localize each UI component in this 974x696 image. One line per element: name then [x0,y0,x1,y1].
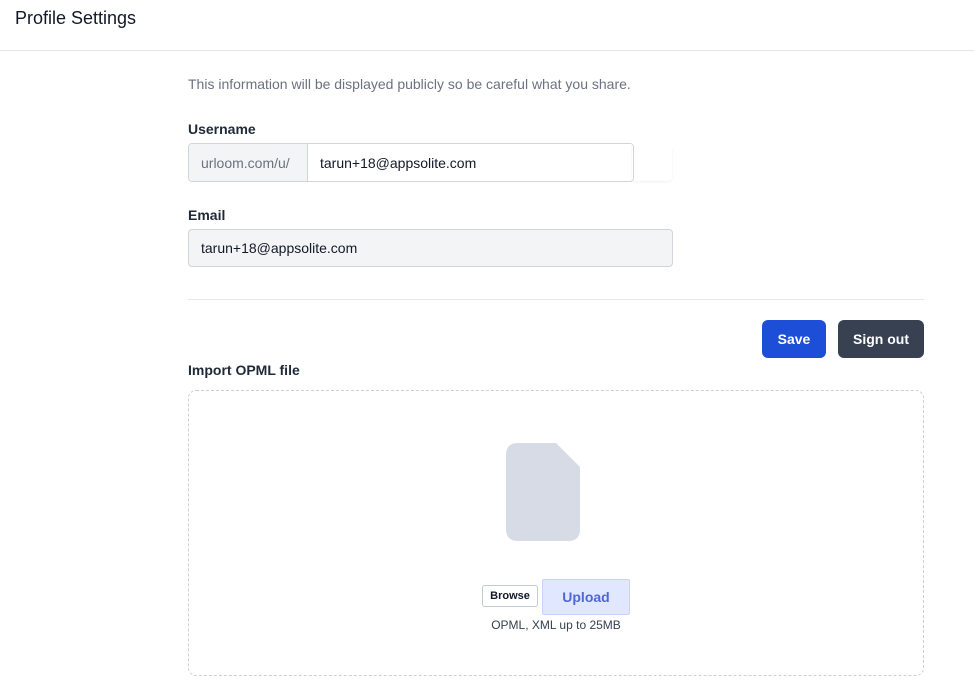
username-input[interactable] [308,144,633,181]
intro-text: This information will be displayed publi… [188,76,631,92]
save-button[interactable]: Save [762,320,826,358]
file-type-hint: OPML, XML up to 25MB [491,618,621,632]
username-prefix: urloom.com/u/ [189,144,308,181]
email-label: Email [188,207,226,223]
import-opml-label: Import OPML file [188,362,300,378]
field-shadow [632,145,672,181]
header-bar: Profile Settings [0,0,974,51]
browse-button[interactable]: Browse [482,585,538,607]
section-divider [188,299,924,300]
email-input[interactable] [188,229,673,267]
file-icon [506,443,580,541]
username-field-group: urloom.com/u/ [188,143,634,182]
upload-button[interactable]: Upload [542,579,630,615]
username-label: Username [188,121,256,137]
page-title: Profile Settings [15,8,137,28]
sign-out-button[interactable]: Sign out [838,320,924,358]
